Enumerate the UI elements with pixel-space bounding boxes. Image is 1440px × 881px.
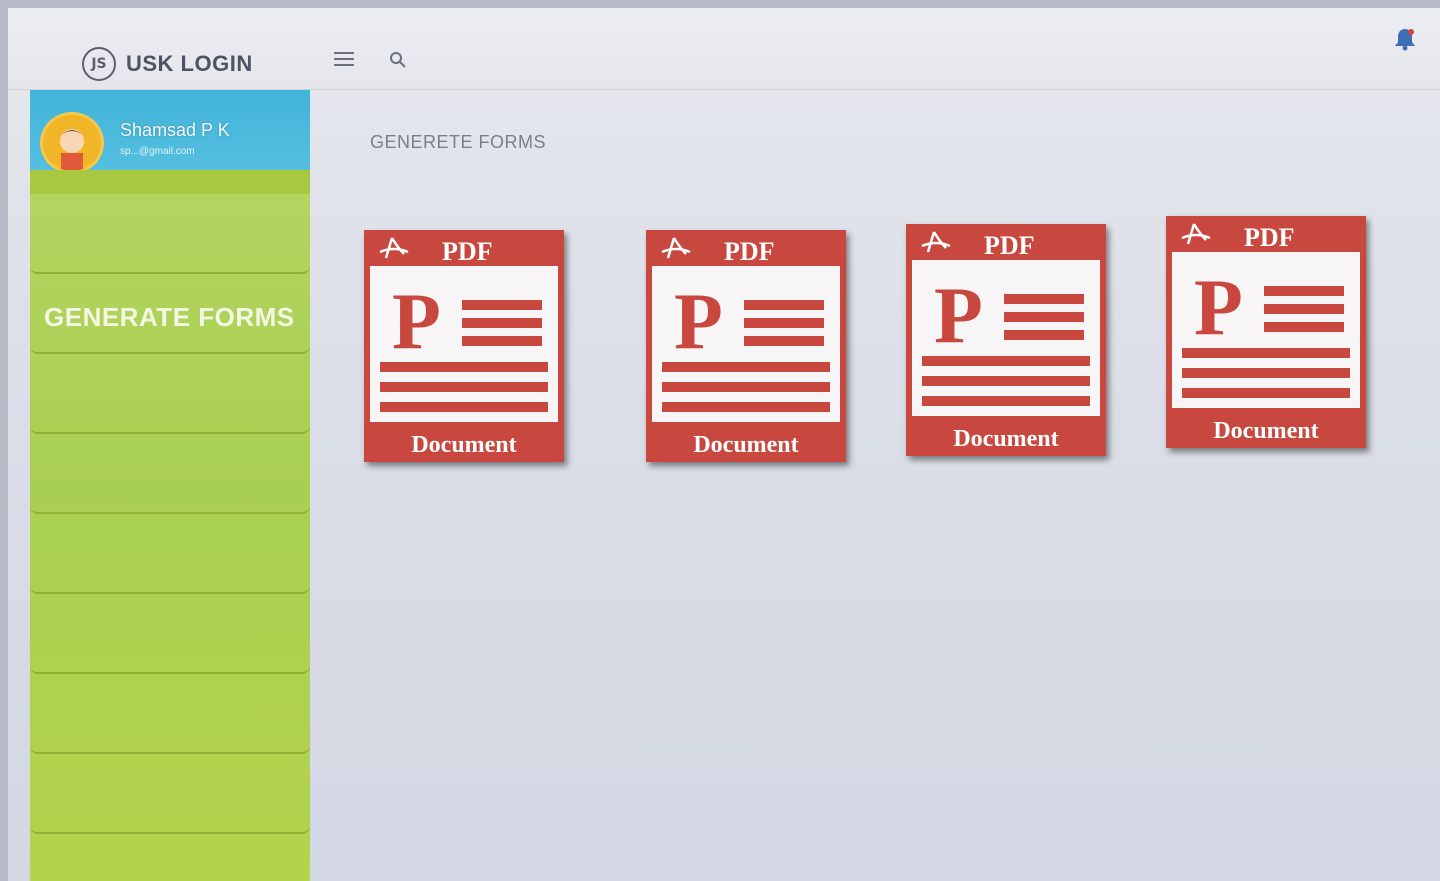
sidebar-item-7[interactable] xyxy=(30,674,310,754)
document-label: Document xyxy=(693,432,798,458)
svg-text:P: P xyxy=(1194,264,1243,352)
svg-text:P: P xyxy=(392,278,441,366)
pdf-label: PDF xyxy=(984,231,1035,260)
document-label: Document xyxy=(411,432,516,458)
brand[interactable]: JS USK LOGIN xyxy=(82,46,253,82)
pdf-document-card-1[interactable]: PDF P Document xyxy=(364,230,564,462)
app-window: JS USK LOGIN Shamsad P K sp...@gmail.com… xyxy=(8,8,1440,881)
pdf-label: PDF xyxy=(1244,223,1295,252)
document-label: Document xyxy=(1213,418,1318,444)
sidebar-item-8[interactable] xyxy=(30,754,310,834)
js-logo-icon: JS xyxy=(82,47,116,81)
sidebar-item-generate-forms[interactable]: GENERATE FORMS xyxy=(30,274,310,354)
pdf-document-card-2[interactable]: PDF P Document xyxy=(646,230,846,462)
svg-text:P: P xyxy=(674,278,723,366)
svg-text:P: P xyxy=(934,272,983,360)
hamburger-icon[interactable] xyxy=(334,52,354,68)
profile-divider xyxy=(30,170,310,194)
profile-email: sp...@gmail.com xyxy=(120,146,195,157)
sidebar: Shamsad P K sp...@gmail.com GENERATE FOR… xyxy=(30,90,310,881)
pdf-label: PDF xyxy=(724,237,775,266)
sidebar-item-3[interactable] xyxy=(30,354,310,434)
avatar[interactable] xyxy=(40,112,104,174)
document-label: Document xyxy=(953,426,1058,452)
page-title: GENERETE FORMS xyxy=(370,132,547,152)
brand-title: USK LOGIN xyxy=(126,51,253,76)
pdf-label: PDF xyxy=(442,237,493,266)
sidebar-item-4[interactable] xyxy=(30,434,310,514)
search-icon[interactable] xyxy=(388,50,408,70)
profile-card: Shamsad P K sp...@gmail.com xyxy=(30,90,310,174)
pdf-document-card-3[interactable]: PDF P Document xyxy=(906,224,1106,456)
profile-name: Shamsad P K xyxy=(120,120,230,140)
sidebar-item-1[interactable] xyxy=(30,194,310,274)
sidebar-item-label: GENERATE FORMS xyxy=(44,302,295,332)
top-bar: JS USK LOGIN xyxy=(8,8,1440,90)
sidebar-item-5[interactable] xyxy=(30,514,310,594)
pdf-document-card-4[interactable]: PDF P Document xyxy=(1166,216,1366,448)
sidebar-item-6[interactable] xyxy=(30,594,310,674)
bell-icon[interactable] xyxy=(1392,26,1418,52)
